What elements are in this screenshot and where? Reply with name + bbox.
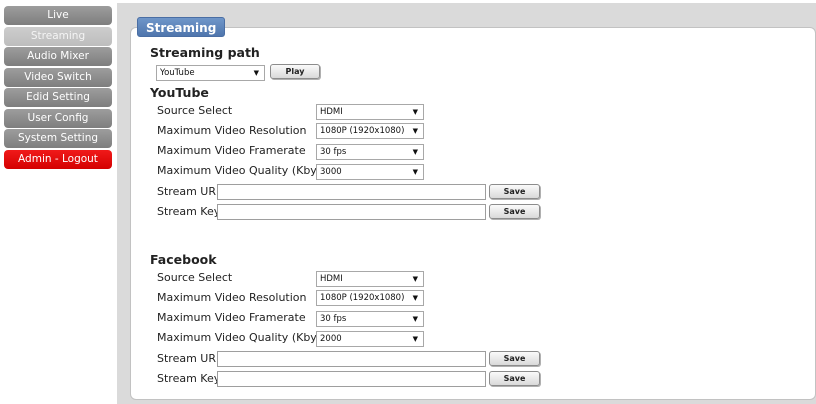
facebook-quality-select[interactable]: 2000 ▼ (316, 331, 424, 347)
youtube-heading: YouTube (150, 85, 209, 100)
youtube-url-input[interactable] (217, 184, 486, 200)
youtube-key-input[interactable] (217, 204, 486, 220)
youtube-source-label: Source Select (157, 104, 233, 117)
facebook-url-input[interactable] (217, 351, 486, 367)
youtube-source-value: HDMI (320, 107, 343, 117)
chevron-down-icon: ▼ (412, 148, 418, 156)
chevron-down-icon: ▼ (412, 108, 418, 116)
facebook-source-select[interactable]: HDMI ▼ (316, 271, 424, 287)
facebook-resolution-value: 1080P (1920x1080) (320, 293, 405, 303)
youtube-url-label: Stream URL (157, 185, 223, 198)
sidebar-item-edid-setting[interactable]: Edid Setting (4, 88, 112, 107)
facebook-key-input[interactable] (217, 371, 486, 387)
streaming-path-heading: Streaming path (150, 45, 260, 60)
facebook-key-save-button[interactable]: Save (489, 371, 540, 386)
chevron-down-icon: ▼ (412, 168, 418, 176)
youtube-framerate-label: Maximum Video Framerate (157, 144, 306, 157)
youtube-key-label: Stream Key (157, 205, 221, 218)
youtube-quality-select[interactable]: 3000 ▼ (316, 164, 424, 180)
sidebar-item-admin-logout[interactable]: Admin - Logout (4, 149, 112, 169)
chevron-down-icon: ▼ (412, 335, 418, 343)
play-button[interactable]: Play (270, 64, 320, 79)
youtube-resolution-select[interactable]: 1080P (1920x1080) ▼ (316, 123, 424, 139)
facebook-source-label: Source Select (157, 271, 233, 284)
facebook-source-value: HDMI (320, 274, 343, 284)
facebook-framerate-select[interactable]: 30 fps ▼ (316, 311, 424, 327)
facebook-framerate-label: Maximum Video Framerate (157, 311, 306, 324)
youtube-source-select[interactable]: HDMI ▼ (316, 104, 424, 120)
chevron-down-icon: ▼ (253, 69, 259, 77)
chevron-down-icon: ▼ (412, 275, 418, 283)
sidebar-item-user-config[interactable]: User Config (4, 108, 112, 128)
facebook-url-save-button[interactable]: Save (489, 351, 540, 366)
sidebar-item-system-setting[interactable]: System Setting (4, 129, 112, 148)
youtube-url-save-button[interactable]: Save (489, 184, 540, 199)
youtube-resolution-label: Maximum Video Resolution (157, 124, 307, 137)
facebook-framerate-value: 30 fps (320, 314, 347, 324)
streaming-path-select[interactable]: YouTube ▼ (156, 65, 265, 81)
facebook-heading: Facebook (150, 252, 217, 267)
chevron-down-icon: ▼ (412, 315, 418, 323)
sidebar-nav: Live Streaming Audio Mixer Video Switch … (4, 6, 112, 170)
sidebar-item-streaming[interactable]: Streaming (4, 26, 112, 46)
youtube-framerate-value: 30 fps (320, 147, 347, 157)
panel-title-tab: Streaming (137, 17, 226, 37)
chevron-down-icon: ▼ (412, 294, 418, 302)
facebook-quality-label: Maximum Video Quality (Kbyte) (157, 331, 333, 344)
sidebar-item-audio-mixer[interactable]: Audio Mixer (4, 47, 112, 66)
youtube-framerate-select[interactable]: 30 fps ▼ (316, 144, 424, 160)
facebook-url-label: Stream URL (157, 352, 223, 365)
youtube-resolution-value: 1080P (1920x1080) (320, 126, 405, 136)
youtube-quality-label: Maximum Video Quality (Kbyte) (157, 164, 333, 177)
facebook-quality-value: 2000 (320, 334, 342, 344)
facebook-key-label: Stream Key (157, 372, 221, 385)
sidebar-item-live[interactable]: Live (4, 6, 112, 25)
youtube-key-save-button[interactable]: Save (489, 204, 540, 219)
youtube-quality-value: 3000 (320, 167, 342, 177)
facebook-resolution-select[interactable]: 1080P (1920x1080) ▼ (316, 290, 424, 306)
facebook-resolution-label: Maximum Video Resolution (157, 291, 307, 304)
sidebar-item-video-switch[interactable]: Video Switch (4, 67, 112, 87)
chevron-down-icon: ▼ (412, 127, 418, 135)
streaming-path-select-value: YouTube (160, 68, 195, 78)
